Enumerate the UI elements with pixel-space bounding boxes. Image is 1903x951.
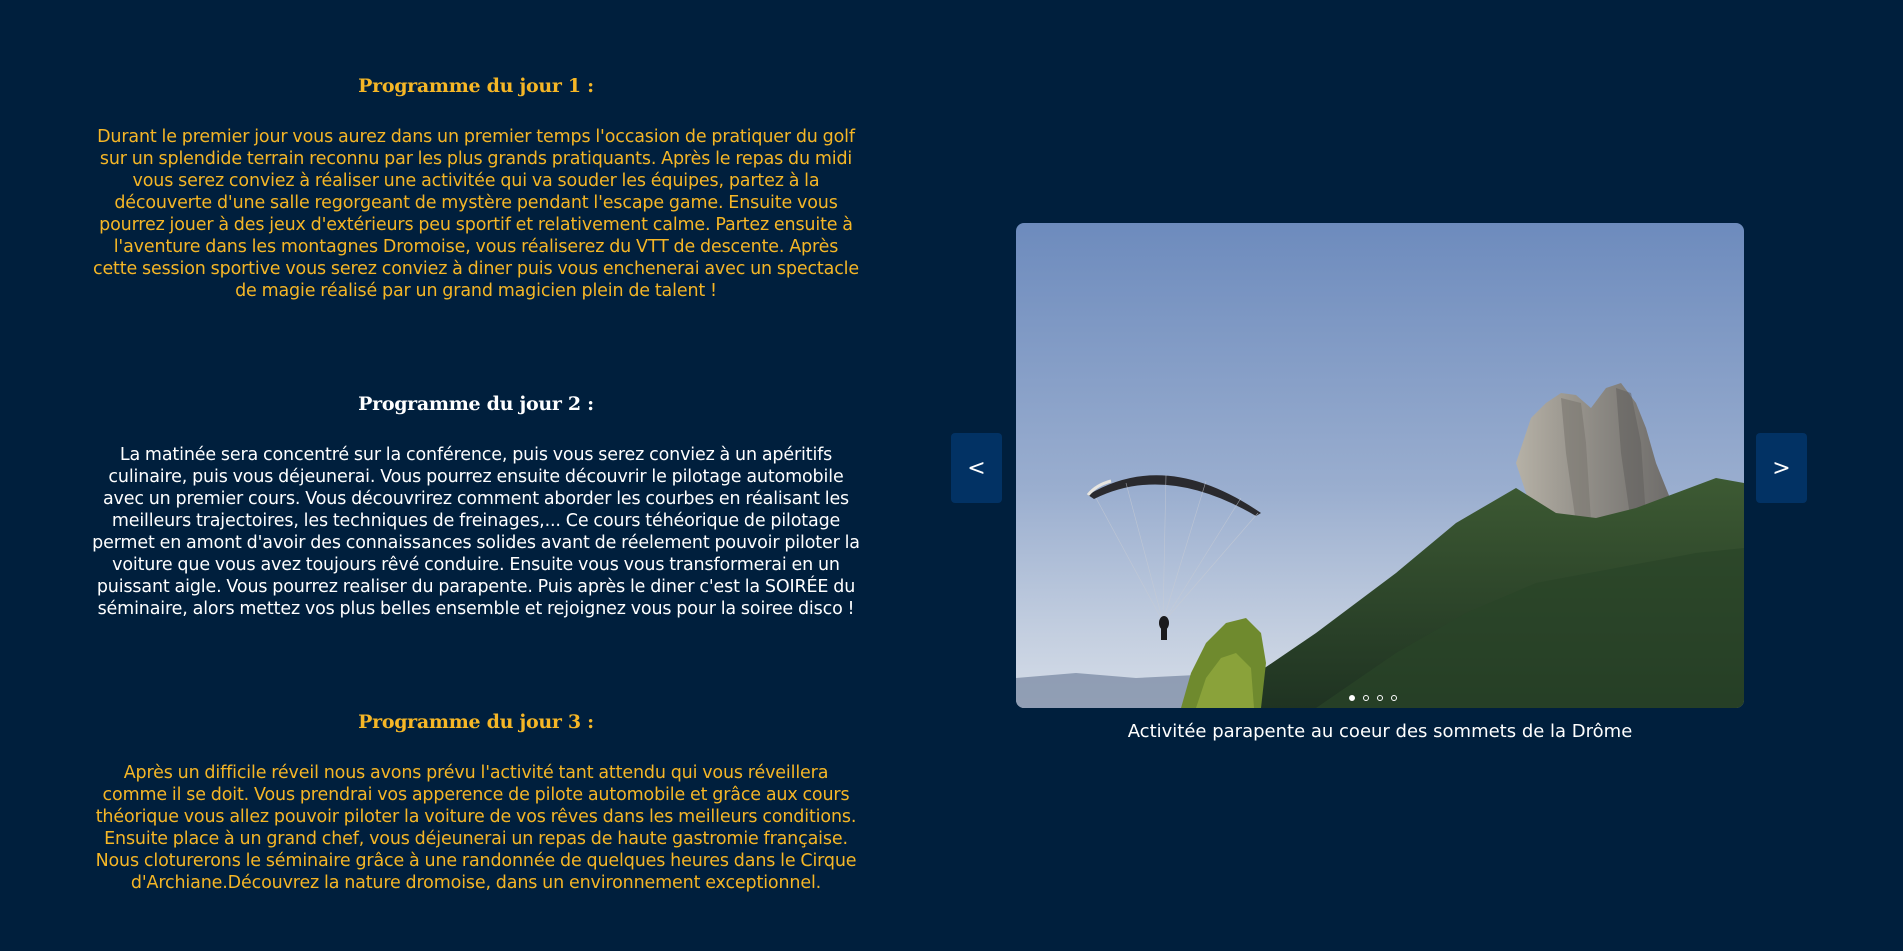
day-3-title: Programme du jour 3 : — [358, 711, 594, 733]
day-2-section: Programme du jour 2 : La matinée sera co… — [92, 392, 860, 620]
carousel-dot-3[interactable] — [1377, 695, 1383, 701]
carousel-next-button[interactable]: > — [1756, 433, 1807, 503]
carousel-image — [1016, 223, 1744, 708]
day-3-section: Programme du jour 3 : Après un difficile… — [92, 710, 860, 894]
carousel-dot-1[interactable] — [1349, 695, 1355, 701]
day-2-title: Programme du jour 2 : — [358, 393, 594, 415]
carousel-dot-4[interactable] — [1391, 695, 1397, 701]
day-1-text: Durant le premier jour vous aurez dans u… — [92, 127, 860, 301]
day-3-text: Après un difficile réveil nous avons pré… — [95, 763, 857, 893]
day-1-title: Programme du jour 1 : — [358, 75, 594, 97]
carousel-indicators — [1349, 695, 1397, 701]
carousel-caption: Activitée parapente au coeur des sommets… — [1127, 721, 1633, 742]
carousel-dot-2[interactable] — [1363, 695, 1369, 701]
carousel-prev-button[interactable]: < — [951, 433, 1002, 503]
paraglider-photo — [1016, 223, 1744, 708]
day-2-text: La matinée sera concentré sur la confére… — [92, 445, 860, 619]
day-1-section: Programme du jour 1 : Durant le premier … — [92, 74, 860, 302]
